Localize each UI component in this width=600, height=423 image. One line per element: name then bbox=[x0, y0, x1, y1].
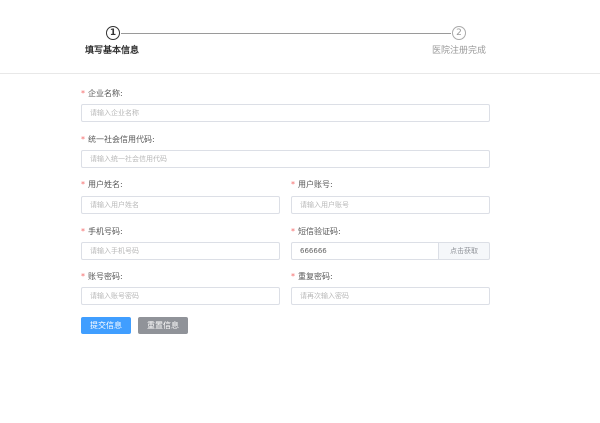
credit-code-input[interactable] bbox=[81, 150, 490, 168]
company-name-input[interactable] bbox=[81, 104, 490, 122]
step-1-title: 填写基本信息 bbox=[85, 46, 140, 56]
confirm-password-label-text: 重复密码: bbox=[298, 272, 333, 281]
user-account-label: * 用户账号: bbox=[291, 180, 333, 190]
required-mark: * bbox=[291, 180, 295, 189]
step-1-indicator: 1 bbox=[106, 26, 120, 40]
get-sms-code-button[interactable]: 点击获取 bbox=[439, 242, 490, 260]
step-2-title: 医院注册完成 bbox=[432, 46, 487, 56]
user-account-label-text: 用户账号: bbox=[298, 180, 333, 189]
step-2-indicator: 2 bbox=[452, 26, 466, 40]
reset-button[interactable]: 重置信息 bbox=[138, 317, 188, 334]
password-label: * 账号密码: bbox=[81, 272, 123, 282]
sms-code-label-text: 短信验证码: bbox=[298, 227, 341, 236]
sms-code-label: * 短信验证码: bbox=[291, 227, 341, 237]
confirm-password-label: * 重复密码: bbox=[291, 272, 333, 282]
phone-label-text: 手机号码: bbox=[88, 227, 123, 236]
required-mark: * bbox=[81, 272, 85, 281]
required-mark: * bbox=[291, 227, 295, 236]
password-label-text: 账号密码: bbox=[88, 272, 123, 281]
company-name-label-text: 企业名称: bbox=[88, 89, 123, 98]
credit-code-label: * 统一社会信用代码: bbox=[81, 135, 155, 145]
required-mark: * bbox=[81, 89, 85, 98]
required-mark: * bbox=[81, 180, 85, 189]
submit-button[interactable]: 提交信息 bbox=[81, 317, 131, 334]
confirm-password-input[interactable] bbox=[291, 287, 490, 305]
user-name-input[interactable] bbox=[81, 196, 280, 214]
required-mark: * bbox=[291, 272, 295, 281]
required-mark: * bbox=[81, 135, 85, 144]
step-connector-line bbox=[121, 33, 451, 34]
credit-code-label-text: 统一社会信用代码: bbox=[88, 135, 155, 144]
user-account-input[interactable] bbox=[291, 196, 490, 214]
phone-label: * 手机号码: bbox=[81, 227, 123, 237]
company-name-label: * 企业名称: bbox=[81, 89, 123, 99]
steps-header: 1 2 填写基本信息 医院注册完成 bbox=[0, 0, 600, 74]
sms-code-input[interactable] bbox=[291, 242, 439, 260]
phone-input[interactable] bbox=[81, 242, 280, 260]
user-name-label: * 用户姓名: bbox=[81, 180, 123, 190]
user-name-label-text: 用户姓名: bbox=[88, 180, 123, 189]
password-input[interactable] bbox=[81, 287, 280, 305]
required-mark: * bbox=[81, 227, 85, 236]
